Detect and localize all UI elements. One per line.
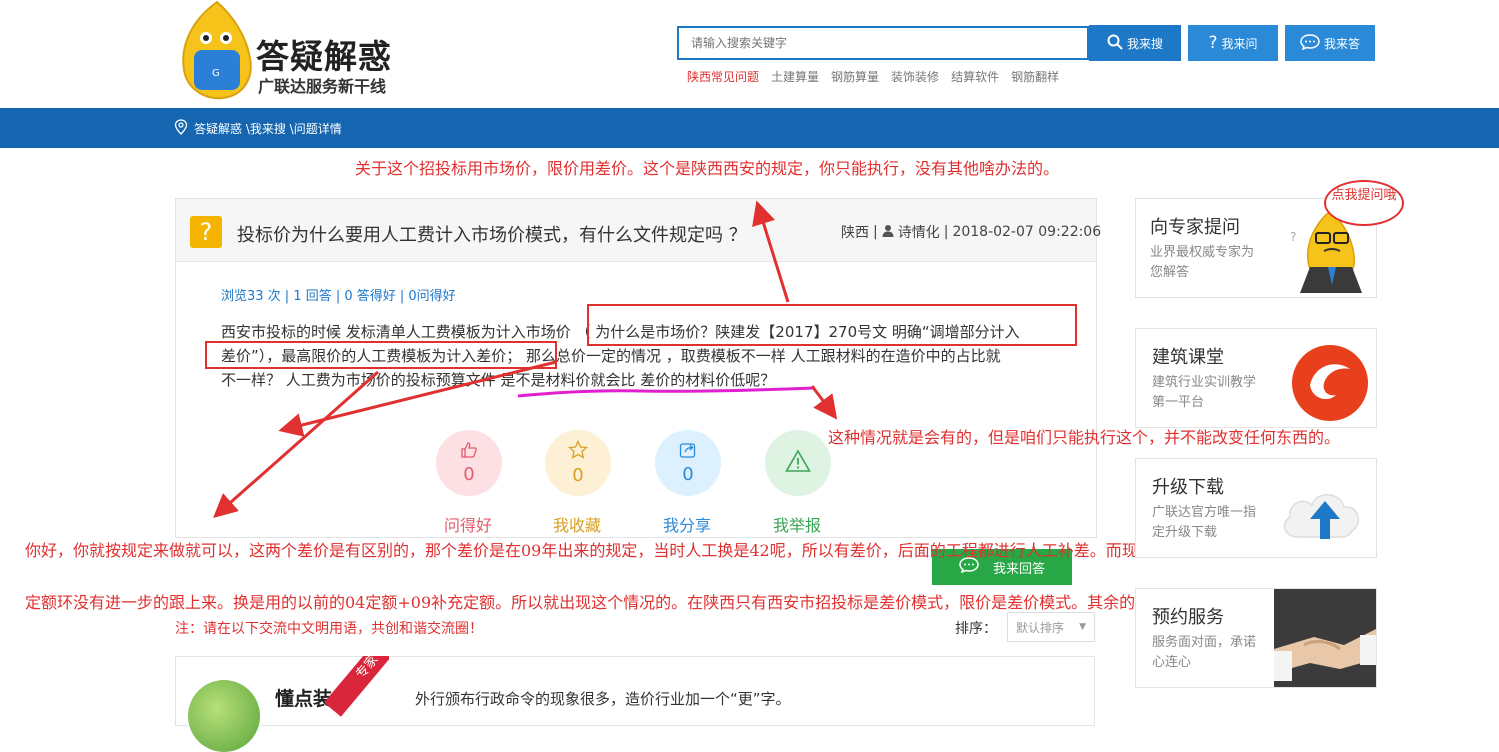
arrow [213, 370, 379, 518]
highlight-underline [517, 386, 816, 398]
arrow [278, 360, 557, 437]
arrow [752, 200, 790, 303]
arrow [810, 385, 838, 420]
annotation-arrows [213, 200, 838, 518]
